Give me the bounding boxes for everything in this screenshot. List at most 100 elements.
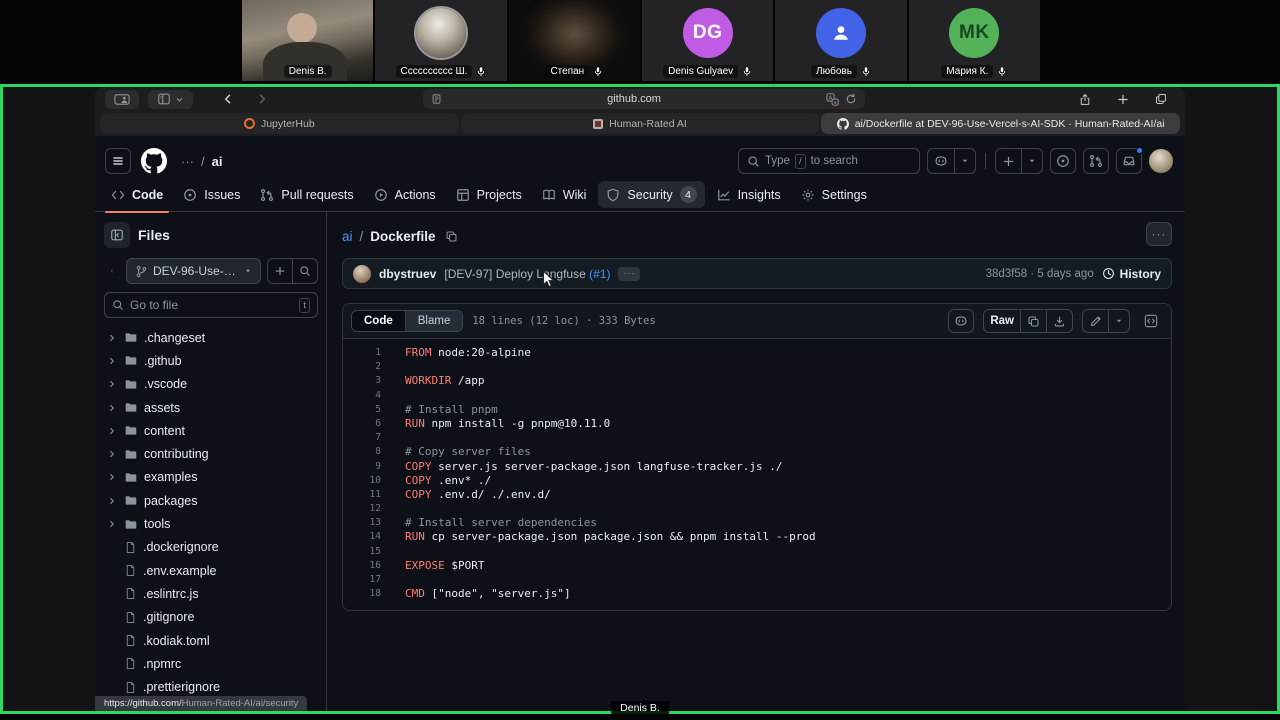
repo-tab-security[interactable]: Security4: [598, 181, 704, 208]
download-button[interactable]: [1046, 310, 1072, 332]
create-new-caret[interactable]: [1021, 149, 1042, 173]
issues-header-button[interactable]: [1050, 148, 1076, 174]
commit-author-avatar[interactable]: [353, 265, 371, 283]
code-line[interactable]: 6RUN npm install -g pnpm@10.11.0: [343, 417, 1171, 431]
code-line[interactable]: 16EXPOSE $PORT: [343, 559, 1171, 573]
translate-icon[interactable]: Aa: [826, 93, 839, 106]
participant-tile[interactable]: Любовь: [775, 0, 906, 81]
pr-link[interactable]: (#1): [589, 267, 610, 281]
file-breadcrumb-repo[interactable]: ai: [342, 229, 353, 244]
symbols-panel-button[interactable]: [1139, 309, 1163, 333]
repo-tab-projects[interactable]: Projects: [448, 183, 530, 207]
tree-folder-.changeset[interactable]: .changeset: [104, 326, 318, 349]
tree-folder-examples[interactable]: examples: [104, 466, 318, 489]
raw-button[interactable]: Raw: [984, 310, 1020, 332]
participant-tile[interactable]: Степан: [509, 0, 640, 81]
breadcrumb-owner-ellipsis[interactable]: ···: [181, 154, 194, 169]
screen-sharing-indicator[interactable]: [105, 90, 139, 109]
edit-menu-caret[interactable]: [1108, 310, 1129, 332]
user-avatar[interactable]: [1149, 149, 1173, 173]
address-bar[interactable]: github.com Aa: [423, 89, 865, 109]
branch-selector-button[interactable]: DEV-96-Use-V...: [126, 258, 261, 284]
blame-tab[interactable]: Blame: [406, 311, 463, 331]
new-tab-button[interactable]: [1111, 87, 1135, 111]
code-line[interactable]: 13# Install server dependencies: [343, 516, 1171, 530]
reload-icon[interactable]: [845, 93, 857, 105]
commit-description-toggle[interactable]: ···: [618, 267, 640, 281]
participant-tile[interactable]: MKМария К.: [909, 0, 1040, 81]
copilot-file-button[interactable]: [948, 309, 974, 333]
copilot-button[interactable]: [928, 149, 954, 173]
forward-button[interactable]: [250, 87, 274, 111]
repo-tab-wiki[interactable]: Wiki: [534, 183, 595, 207]
tree-item-name: .changeset: [144, 331, 205, 345]
participant-tile[interactable]: Denis B.: [242, 0, 373, 81]
code-line[interactable]: 10COPY .env* ./: [343, 474, 1171, 488]
code-line[interactable]: 7: [343, 431, 1171, 445]
search-input[interactable]: Type / to search: [738, 148, 920, 174]
code-line[interactable]: 15: [343, 545, 1171, 559]
share-button[interactable]: [1073, 87, 1097, 111]
code-line[interactable]: 11COPY .env.d/ ./.env.d/: [343, 488, 1171, 502]
code-line[interactable]: 8# Copy server files: [343, 445, 1171, 459]
code-tab[interactable]: Code: [352, 311, 406, 331]
copy-path-button[interactable]: [445, 230, 458, 243]
commit-sha-time[interactable]: 38d3f58 · 5 days ago: [986, 268, 1094, 280]
edit-file-button[interactable]: [1083, 310, 1108, 332]
history-button[interactable]: History: [1102, 267, 1161, 281]
back-button[interactable]: [216, 87, 240, 111]
more-options-button[interactable]: ···: [1146, 222, 1172, 246]
tree-file-.gitignore[interactable]: .gitignore: [104, 606, 318, 629]
code-line[interactable]: 1FROM node:20-alpine: [343, 346, 1171, 360]
repo-tab-settings[interactable]: Settings: [793, 183, 875, 207]
code-line[interactable]: 14RUN cp server-package.json package.jso…: [343, 530, 1171, 544]
create-new-button[interactable]: [996, 149, 1021, 173]
participant-tile[interactable]: DGDenis Gulyaev: [642, 0, 773, 81]
tree-file-.npmrc[interactable]: .npmrc: [104, 652, 318, 675]
repo-tab-actions[interactable]: Actions: [366, 183, 444, 207]
tree-file-.env.example[interactable]: .env.example: [104, 559, 318, 582]
code-line[interactable]: 17: [343, 573, 1171, 587]
code-line[interactable]: 4: [343, 389, 1171, 403]
tree-file-.eslintrc.js[interactable]: .eslintrc.js: [104, 582, 318, 605]
copilot-menu-caret[interactable]: [954, 149, 975, 173]
sidebar-back-button[interactable]: [104, 264, 120, 278]
commit-message[interactable]: [DEV-97] Deploy Langfuse (#1): [444, 267, 610, 281]
code-line[interactable]: 5# Install pnpm: [343, 403, 1171, 417]
repo-tab-insights[interactable]: Insights: [709, 183, 789, 207]
code-line[interactable]: 9COPY server.js server-package.json lang…: [343, 460, 1171, 474]
go-to-file-input[interactable]: Go to file t: [104, 292, 318, 318]
participant-tile[interactable]: Сссссссссс Ш.: [375, 0, 506, 81]
tree-folder-.github[interactable]: .github: [104, 349, 318, 372]
tree-folder-.vscode[interactable]: .vscode: [104, 373, 318, 396]
code-line[interactable]: 2: [343, 360, 1171, 374]
code-line[interactable]: 18CMD ["node", "server.js"]: [343, 587, 1171, 601]
search-tree-button[interactable]: [292, 259, 317, 283]
tab-overview-button[interactable]: [1149, 87, 1173, 111]
tree-folder-assets[interactable]: assets: [104, 396, 318, 419]
code-line[interactable]: 12: [343, 502, 1171, 516]
tree-folder-packages[interactable]: packages: [104, 489, 318, 512]
sidebar-toggle-button[interactable]: [148, 90, 193, 109]
inbox-button[interactable]: [1116, 148, 1142, 174]
code-line[interactable]: 3WORKDIR /app: [343, 374, 1171, 388]
tree-file-.dockerignore[interactable]: .dockerignore: [104, 536, 318, 559]
github-logo-icon[interactable]: [141, 148, 167, 174]
pull-requests-header-button[interactable]: [1083, 148, 1109, 174]
tree-folder-contributing[interactable]: contributing: [104, 442, 318, 465]
browser-tab[interactable]: Human-Rated AI: [461, 113, 820, 134]
repo-tab-issues[interactable]: Issues: [175, 183, 248, 207]
repo-tab-code[interactable]: Code: [103, 183, 171, 207]
add-file-button[interactable]: [268, 259, 292, 283]
commit-author[interactable]: dbystruev: [379, 267, 436, 281]
hamburger-menu-button[interactable]: [105, 148, 131, 174]
browser-tab[interactable]: ai/Dockerfile at DEV-96-Use-Vercel-s-AI-…: [821, 113, 1180, 134]
collapse-file-tree-button[interactable]: [104, 222, 130, 248]
tree-folder-tools[interactable]: tools: [104, 512, 318, 535]
copy-raw-button[interactable]: [1020, 310, 1046, 332]
breadcrumb-repo[interactable]: ai: [212, 154, 223, 169]
browser-tab[interactable]: JupyterHub: [100, 113, 459, 134]
tree-file-.kodiak.toml[interactable]: .kodiak.toml: [104, 629, 318, 652]
repo-tab-pull-requests[interactable]: Pull requests: [252, 183, 361, 207]
tree-folder-content[interactable]: content: [104, 419, 318, 442]
